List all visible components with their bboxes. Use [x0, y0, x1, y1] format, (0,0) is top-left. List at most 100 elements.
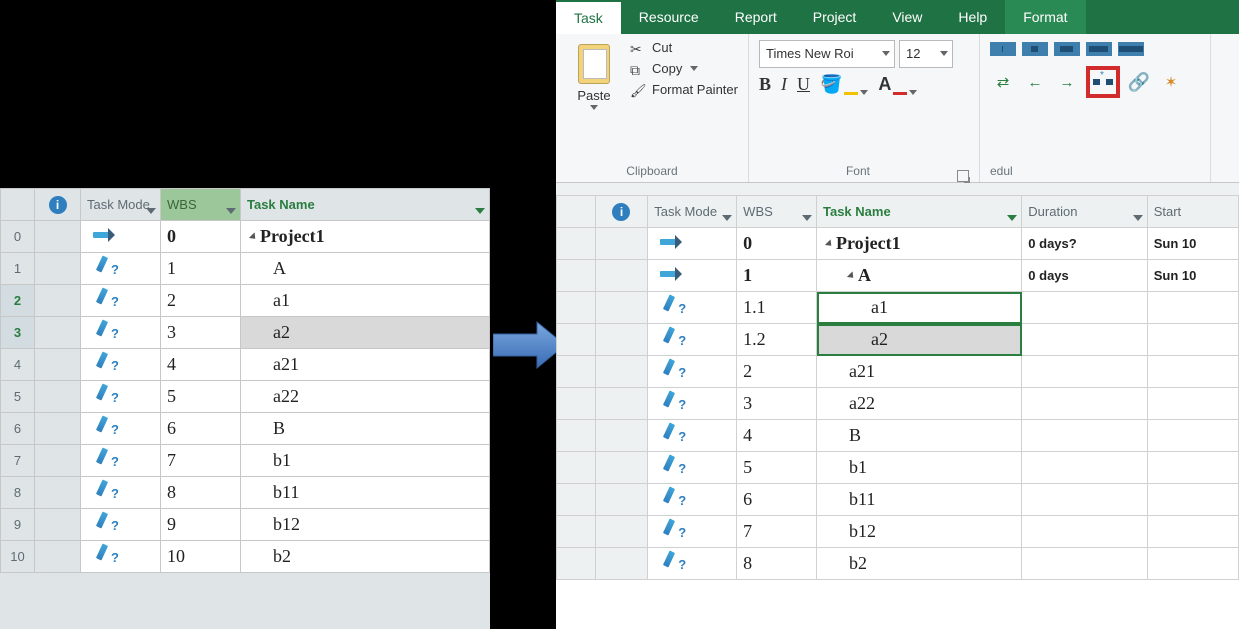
- fill-color-button[interactable]: 🪣: [820, 74, 868, 95]
- row-number[interactable]: 6: [1, 413, 35, 445]
- info-cell[interactable]: [595, 420, 647, 452]
- move-right-button[interactable]: →: [1054, 70, 1080, 94]
- tab-task[interactable]: Task: [556, 2, 621, 34]
- table-row[interactable]: 99b12: [1, 509, 490, 541]
- italic-button[interactable]: I: [781, 74, 787, 95]
- info-cell[interactable]: [35, 317, 81, 349]
- tab-view[interactable]: View: [874, 0, 940, 34]
- duration-cell[interactable]: 0 days: [1022, 260, 1147, 292]
- table-row[interactable]: 6b11: [557, 484, 1239, 516]
- info-cell[interactable]: [35, 253, 81, 285]
- duration-cell[interactable]: [1022, 292, 1147, 324]
- col-task-name[interactable]: Task Name: [817, 196, 1022, 228]
- duration-cell[interactable]: 0 days?: [1022, 228, 1147, 260]
- task-mode-cell[interactable]: [648, 484, 737, 516]
- wbs-cell[interactable]: 6: [737, 484, 817, 516]
- task-mode-cell[interactable]: [648, 356, 737, 388]
- start-cell[interactable]: [1147, 516, 1238, 548]
- task-mode-cell[interactable]: [81, 381, 161, 413]
- col-task-mode[interactable]: Task Mode: [81, 189, 161, 221]
- wbs-cell[interactable]: 5: [737, 452, 817, 484]
- info-cell[interactable]: [595, 388, 647, 420]
- info-cell[interactable]: [35, 541, 81, 573]
- table-row[interactable]: 8b2: [557, 548, 1239, 580]
- task-name-cell[interactable]: a2: [817, 324, 1022, 356]
- task-name-cell[interactable]: a21: [817, 356, 1022, 388]
- task-mode-cell[interactable]: [648, 548, 737, 580]
- wbs-cell[interactable]: 1: [161, 253, 241, 285]
- wbs-cell[interactable]: 4: [737, 420, 817, 452]
- row-number[interactable]: 7: [1, 445, 35, 477]
- start-cell[interactable]: [1147, 388, 1238, 420]
- row-number[interactable]: [557, 452, 596, 484]
- info-cell[interactable]: [35, 221, 81, 253]
- task-name-cell[interactable]: b2: [817, 548, 1022, 580]
- task-name-cell[interactable]: b12: [817, 516, 1022, 548]
- table-row[interactable]: 77b1: [1, 445, 490, 477]
- task-mode-cell[interactable]: [648, 228, 737, 260]
- table-row[interactable]: 44a21: [1, 349, 490, 381]
- info-cell[interactable]: [595, 516, 647, 548]
- info-cell[interactable]: [35, 477, 81, 509]
- left-grid[interactable]: i Task Mode WBS Task Name 00Project111A2…: [0, 188, 490, 573]
- duration-cell[interactable]: [1022, 484, 1147, 516]
- col-start[interactable]: Start: [1147, 196, 1238, 228]
- duration-cell[interactable]: [1022, 324, 1147, 356]
- table-row[interactable]: 66B: [1, 413, 490, 445]
- table-row[interactable]: 7b12: [557, 516, 1239, 548]
- table-row[interactable]: 55a22: [1, 381, 490, 413]
- row-number[interactable]: 10: [1, 541, 35, 573]
- row-number[interactable]: 8: [1, 477, 35, 509]
- col-wbs[interactable]: WBS: [737, 196, 817, 228]
- task-mode-cell[interactable]: [81, 477, 161, 509]
- task-name-cell[interactable]: b2: [241, 541, 490, 573]
- wbs-cell[interactable]: 0: [161, 221, 241, 253]
- row-number[interactable]: [557, 324, 596, 356]
- chevron-down-icon[interactable]: [1133, 215, 1143, 221]
- expand-icon[interactable]: [249, 232, 258, 241]
- task-mode-cell[interactable]: [81, 253, 161, 285]
- chevron-down-icon[interactable]: [146, 208, 156, 214]
- start-cell[interactable]: Sun 10: [1147, 260, 1238, 292]
- font-name-combo[interactable]: Times New Roi: [759, 40, 895, 68]
- wbs-cell[interactable]: 5: [161, 381, 241, 413]
- wbs-cell[interactable]: 7: [161, 445, 241, 477]
- wbs-cell[interactable]: 7: [737, 516, 817, 548]
- respect-links-button[interactable]: ⇄: [990, 70, 1016, 94]
- task-name-cell[interactable]: b11: [817, 484, 1022, 516]
- table-row[interactable]: 1.1a1: [557, 292, 1239, 324]
- wbs-cell[interactable]: 6: [161, 413, 241, 445]
- chevron-down-icon[interactable]: [802, 215, 812, 221]
- row-number[interactable]: [557, 260, 596, 292]
- table-row[interactable]: 5b1: [557, 452, 1239, 484]
- duration-cell[interactable]: [1022, 452, 1147, 484]
- row-number[interactable]: 1: [1, 253, 35, 285]
- font-color-button[interactable]: A: [878, 74, 917, 95]
- info-cell[interactable]: [595, 260, 647, 292]
- dialog-launcher-icon[interactable]: [957, 170, 969, 182]
- row-number[interactable]: 5: [1, 381, 35, 413]
- tab-help[interactable]: Help: [940, 0, 1005, 34]
- row-number[interactable]: 9: [1, 509, 35, 541]
- table-row[interactable]: 3a22: [557, 388, 1239, 420]
- info-cell[interactable]: [595, 484, 647, 516]
- start-cell[interactable]: [1147, 484, 1238, 516]
- table-row[interactable]: 33a2: [1, 317, 490, 349]
- row-number[interactable]: [557, 292, 596, 324]
- chevron-down-icon[interactable]: [690, 66, 698, 71]
- wbs-cell[interactable]: 2: [161, 285, 241, 317]
- duration-cell[interactable]: [1022, 548, 1147, 580]
- bold-button[interactable]: B: [759, 74, 771, 95]
- duration-cell[interactable]: [1022, 388, 1147, 420]
- tab-report[interactable]: Report: [717, 0, 795, 34]
- info-cell[interactable]: [595, 324, 647, 356]
- expand-icon[interactable]: [825, 239, 834, 248]
- row-number[interactable]: 2: [1, 285, 35, 317]
- wbs-cell[interactable]: 8: [161, 477, 241, 509]
- info-cell[interactable]: [35, 381, 81, 413]
- task-name-cell[interactable]: B: [817, 420, 1022, 452]
- wbs-cell[interactable]: 2: [737, 356, 817, 388]
- task-mode-cell[interactable]: [648, 516, 737, 548]
- task-name-cell[interactable]: b11: [241, 477, 490, 509]
- pct-50-button[interactable]: [1054, 42, 1080, 56]
